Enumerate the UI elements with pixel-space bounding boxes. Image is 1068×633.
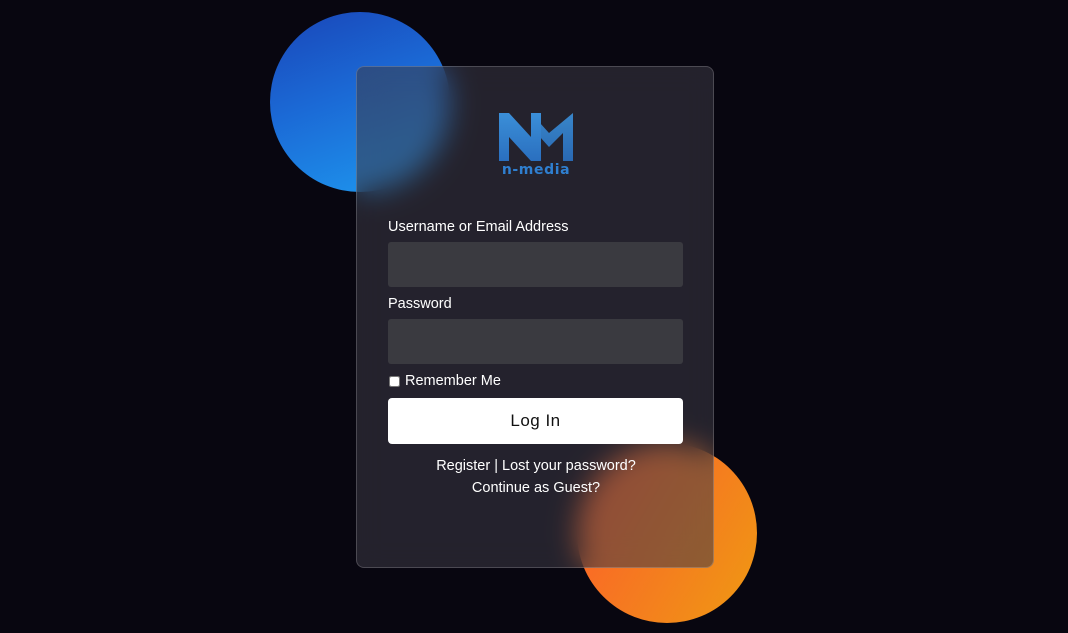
username-label: Username or Email Address bbox=[388, 219, 569, 235]
login-button[interactable]: Log In bbox=[388, 398, 683, 444]
login-card: n-media Username or Email Address Passwo… bbox=[356, 66, 714, 568]
remember-me-label: Remember Me bbox=[405, 373, 501, 389]
links-separator: | bbox=[494, 458, 503, 474]
username-input[interactable] bbox=[388, 242, 683, 287]
continue-as-guest-link[interactable]: Continue as Guest? bbox=[472, 480, 600, 496]
login-screen: n-media Username or Email Address Passwo… bbox=[0, 0, 1068, 633]
remember-me-checkbox[interactable] bbox=[389, 375, 400, 387]
n-media-logo: n-media bbox=[497, 111, 575, 181]
guest-link-row: Continue as Guest? bbox=[357, 477, 713, 499]
auth-links: Register | Lost your password? Continue … bbox=[357, 455, 713, 499]
password-label: Password bbox=[388, 296, 452, 312]
nm-logo-icon bbox=[499, 113, 573, 161]
remember-me[interactable]: Remember Me bbox=[388, 373, 501, 389]
lost-password-link[interactable]: Lost your password? bbox=[502, 458, 636, 474]
account-links-row: Register | Lost your password? bbox=[357, 455, 713, 477]
password-input[interactable] bbox=[388, 319, 683, 364]
logo-text: n-media bbox=[501, 162, 571, 178]
register-link[interactable]: Register bbox=[436, 458, 490, 474]
